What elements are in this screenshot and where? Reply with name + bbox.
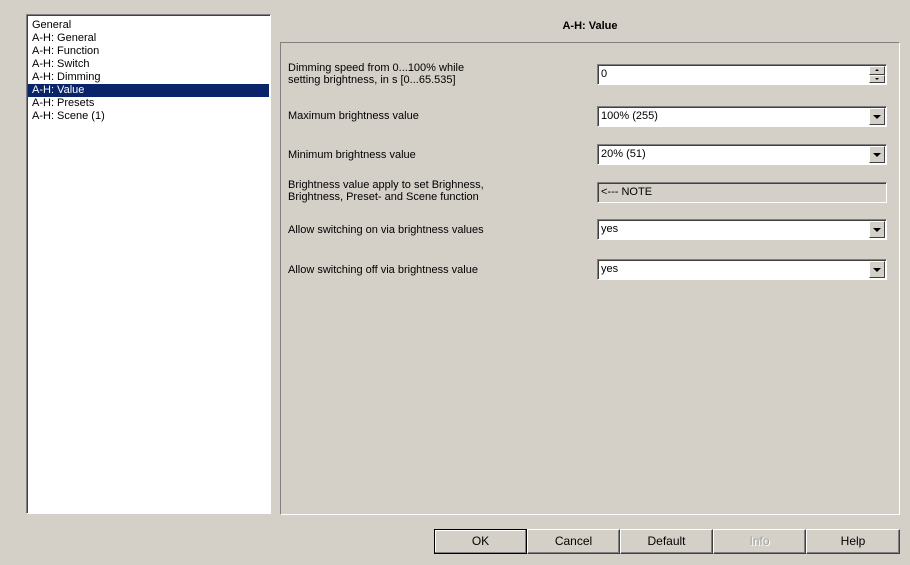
spin-up-icon xyxy=(875,69,879,72)
switch-off-dropdown-button[interactable] xyxy=(869,261,885,278)
min-brightness-value: 20% (51) xyxy=(601,148,646,160)
page-title: A-H: Value xyxy=(562,20,618,32)
brightness-apply-label-line2: Brightness, Preset- and Scene function xyxy=(288,191,479,203)
max-brightness-value: 100% (255) xyxy=(601,110,658,122)
ok-button[interactable]: OK xyxy=(434,529,527,554)
info-button: Info xyxy=(713,529,806,554)
cancel-button[interactable]: Cancel xyxy=(527,529,620,554)
chevron-down-icon xyxy=(873,267,881,272)
note-field: <--- NOTE xyxy=(597,182,887,203)
spinner-buttons xyxy=(869,66,885,83)
switch-on-value: yes xyxy=(601,223,619,235)
note-value: <--- NOTE xyxy=(601,186,653,198)
switch-on-label: Allow switching on via brightness values xyxy=(288,224,484,236)
spin-down-button[interactable] xyxy=(869,74,885,83)
brightness-apply-label-line1: Brightness value apply to set Brighness, xyxy=(288,179,484,191)
sidebar-item-general[interactable]: General xyxy=(28,19,269,32)
min-brightness-label: Minimum brightness value xyxy=(288,149,416,161)
sidebar-item-ah-value[interactable]: A-H: Value xyxy=(28,84,269,97)
switch-off-value: yes xyxy=(601,263,619,275)
dimming-speed-label: Dimming speed from 0...100% while settin… xyxy=(288,62,578,86)
switch-off-dropdown[interactable]: yes xyxy=(597,259,887,280)
help-button[interactable]: Help xyxy=(806,529,900,554)
chevron-down-icon xyxy=(873,152,881,157)
spin-down-icon xyxy=(875,77,879,80)
sidebar-item-ah-dimming[interactable]: A-H: Dimming xyxy=(28,71,269,84)
parameter-panel: Dimming speed from 0...100% while settin… xyxy=(280,42,900,515)
sidebar-item-ah-scene-1[interactable]: A-H: Scene (1) xyxy=(28,110,269,123)
chevron-down-icon xyxy=(873,114,881,119)
dimming-speed-value[interactable]: 0 xyxy=(601,68,607,80)
default-button[interactable]: Default xyxy=(620,529,713,554)
switch-off-label: Allow switching off via brightness value xyxy=(288,264,478,276)
min-brightness-dropdown[interactable]: 20% (51) xyxy=(597,144,887,165)
sidebar-item-ah-function[interactable]: A-H: Function xyxy=(28,45,269,58)
sidebar-item-ah-switch[interactable]: A-H: Switch xyxy=(28,58,269,71)
sidebar-item-ah-presets[interactable]: A-H: Presets xyxy=(28,97,269,110)
switch-on-dropdown-button[interactable] xyxy=(869,221,885,238)
dimming-speed-label-line2: setting brightness, in s [0...65.535] xyxy=(288,74,456,86)
max-brightness-label: Maximum brightness value xyxy=(288,110,419,122)
max-brightness-dropdown[interactable]: 100% (255) xyxy=(597,106,887,127)
brightness-apply-label: Brightness value apply to set Brighness,… xyxy=(288,179,578,203)
sidebar-item-ah-general[interactable]: A-H: General xyxy=(28,32,269,45)
spin-up-button[interactable] xyxy=(869,66,885,75)
dimming-speed-spinner[interactable]: 0 xyxy=(597,64,887,85)
max-brightness-dropdown-button[interactable] xyxy=(869,108,885,125)
switch-on-dropdown[interactable]: yes xyxy=(597,219,887,240)
chevron-down-icon xyxy=(873,227,881,232)
dimming-speed-label-line1: Dimming speed from 0...100% while xyxy=(288,62,465,74)
min-brightness-dropdown-button[interactable] xyxy=(869,146,885,163)
parameter-tree[interactable]: General A-H: General A-H: Function A-H: … xyxy=(26,14,271,514)
